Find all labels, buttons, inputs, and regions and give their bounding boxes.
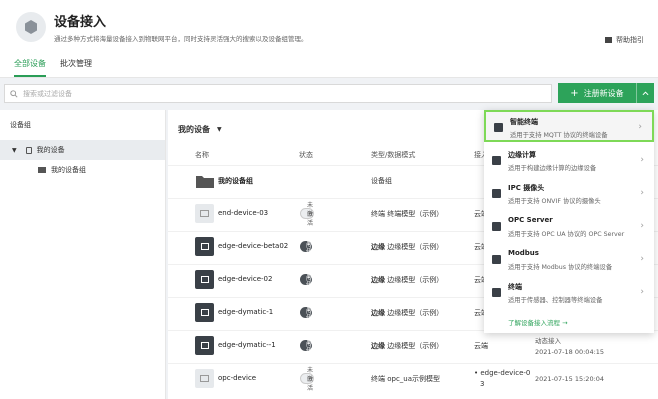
server-icon	[492, 222, 501, 231]
column-name: 名称	[195, 151, 209, 159]
help-link[interactable]: 帮助指引	[605, 35, 644, 45]
status-badge: ◷ 离线	[300, 339, 312, 355]
device-type: 终端 终端模型（示例）	[371, 210, 444, 218]
terminal-device-icon	[195, 369, 214, 388]
lock-icon	[25, 146, 32, 154]
search-placeholder: 搜索或过滤设备	[23, 89, 72, 98]
device-type: 边缘 边缘模型（示例）	[371, 276, 444, 284]
timestamp: 2021-07-18 00:04:15	[535, 348, 605, 356]
tab-batch-management[interactable]: 批次管理	[60, 58, 92, 77]
chevron-right-icon: ›	[640, 188, 644, 198]
menu-item-smart-terminal[interactable]: 智能终端 适用于支持 MQTT 协议的终端设备 ›	[484, 110, 654, 142]
device-list-title[interactable]: 我的设备 ▼	[178, 124, 222, 135]
book-icon	[605, 37, 612, 43]
folder-icon	[195, 171, 214, 190]
edge-device-icon	[195, 336, 214, 355]
column-type: 类型/数据模式	[371, 151, 416, 159]
device-access: 云端	[474, 342, 488, 350]
menu-item-edge-computing[interactable]: 边缘计算 适用于构建边缘计算的边缘设备 ›	[484, 145, 654, 177]
column-status: 状态	[299, 151, 313, 159]
device-access: • edge-device-0	[474, 369, 531, 377]
register-device-button[interactable]: + 注册新设备	[558, 83, 654, 103]
device-type: 设备组	[371, 177, 392, 185]
menu-item-ipc-camera[interactable]: IPC 摄像头 适用于支持 ONVIF 协议的摄像头 ›	[484, 178, 654, 210]
device-type: 边缘 边缘模型（示例）	[371, 309, 444, 317]
edge-device-icon	[195, 270, 214, 289]
chevron-right-icon: ›	[640, 221, 644, 231]
edge-computing-icon	[492, 156, 501, 165]
edge-device-icon	[195, 303, 214, 322]
menu-item-terminal[interactable]: 终端 适用于传感器、控制器等终端设备 ›	[484, 277, 654, 309]
device-access-logo	[16, 12, 46, 42]
chevron-right-icon: ›	[640, 155, 644, 165]
page-subtitle: 通过多种方式将海量设备接入到物联网平台，同时支持灵活强大的搜索以及设备组管理。	[54, 35, 308, 43]
access-mode: 动态接入	[535, 337, 561, 345]
page-title: 设备接入	[54, 15, 107, 30]
sidebar-item-my-device-group[interactable]: 我的设备组	[0, 160, 165, 180]
terminal-icon	[492, 288, 501, 297]
status-badge: ◷ 离线	[300, 273, 312, 289]
folder-icon	[38, 167, 46, 173]
sidebar-title: 设备组	[10, 121, 31, 129]
register-type-menu: 智能终端 适用于支持 MQTT 协议的终端设备 › 边缘计算 适用于构建边缘计算…	[484, 110, 654, 333]
toolbar: 搜索或过滤设备 + 注册新设备	[0, 78, 658, 108]
device-access-line2: 3	[480, 380, 485, 388]
menu-item-opc-server[interactable]: OPC Server 适用于支持 OPC UA 协议的 OPC Server ›	[484, 211, 654, 243]
table-row[interactable]: edge-dymatic--1 ◷ 离线 边缘 边缘模型（示例） 云端 动态接入 …	[168, 330, 658, 363]
tab-bar: 全部设备 批次管理	[14, 58, 92, 77]
device-group-sidebar: 设备组 ▼ 我的设备 我的设备组	[0, 110, 166, 399]
modbus-icon	[492, 255, 501, 264]
device-name: edge-dymatic--1	[218, 341, 276, 349]
status-badge: ◷ 未激活	[300, 202, 314, 227]
learn-access-flow-link[interactable]: 了解设备接入流程 →	[508, 317, 568, 327]
search-icon	[10, 89, 18, 98]
caret-down-icon: ▼	[217, 126, 222, 133]
smart-terminal-icon	[494, 123, 503, 132]
tab-all-devices[interactable]: 全部设备	[14, 58, 46, 77]
device-type: 终端 opc_ua示例模型	[371, 375, 441, 383]
sidebar-item-my-devices[interactable]: ▼ 我的设备	[0, 140, 165, 160]
device-type: 边缘 边缘模型（示例）	[371, 342, 444, 350]
status-badge: ◷ 离线	[300, 240, 312, 256]
device-name: 我的设备组	[218, 177, 253, 185]
plus-icon: +	[570, 87, 579, 99]
menu-item-modbus[interactable]: Modbus 适用于支持 Modbus 协议的终端设备 ›	[484, 244, 654, 276]
device-name: edge-device-02	[218, 275, 273, 283]
device-name: edge-device-beta02	[218, 242, 289, 250]
terminal-device-icon	[195, 204, 214, 223]
status-badge: ◷ 未激活	[300, 367, 314, 392]
search-input[interactable]: 搜索或过滤设备	[4, 84, 552, 103]
camera-icon	[492, 189, 501, 198]
chevron-right-icon: ›	[640, 287, 644, 297]
chevron-right-icon: ›	[640, 254, 644, 264]
device-name: opc-device	[218, 374, 257, 382]
timestamp: 2021-07-15 15:20:04	[535, 375, 605, 383]
status-badge: ◷ 离线	[300, 306, 312, 322]
device-name: edge-dymatic-1	[218, 308, 274, 316]
page-header: 设备接入 通过多种方式将海量设备接入到物联网平台，同时支持灵活强大的搜索以及设备…	[0, 0, 658, 78]
chevron-right-icon: ›	[638, 122, 642, 132]
device-name: end-device-03	[218, 209, 269, 217]
device-type: 边缘 边缘模型（示例）	[371, 243, 444, 251]
edge-device-icon	[195, 237, 214, 256]
chevron-up-icon[interactable]	[636, 83, 654, 103]
table-row[interactable]: opc-device ◷ 未激活 终端 opc_ua示例模型 • edge-dev…	[168, 363, 658, 396]
caret-down-icon[interactable]: ▼	[12, 147, 17, 154]
